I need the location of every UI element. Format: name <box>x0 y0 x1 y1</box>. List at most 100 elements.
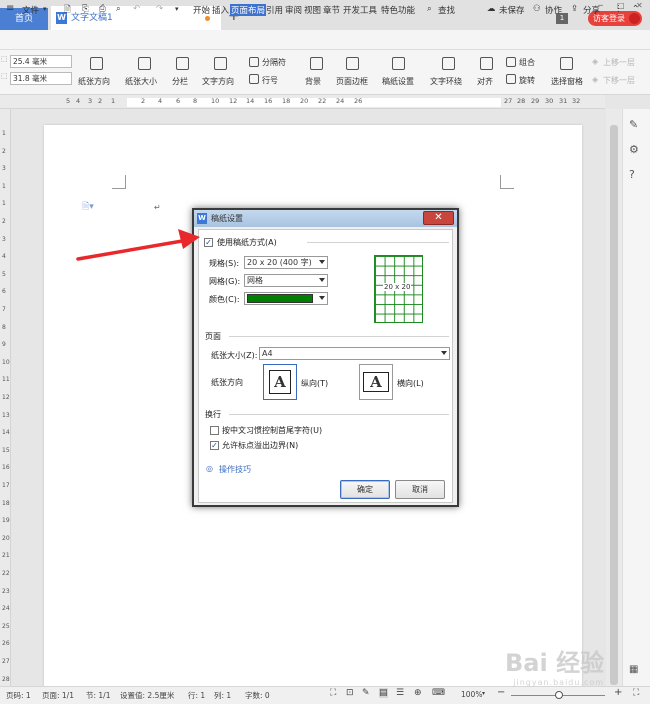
menu-reference[interactable]: 引用 <box>266 4 283 16</box>
paper-size-button[interactable]: 纸张大小 <box>125 76 157 87</box>
unsaved-label[interactable]: 未保存 <box>499 4 525 16</box>
quick-access-chevron-icon[interactable]: ▾ <box>175 5 179 13</box>
user-icon[interactable]: ⚇ <box>533 4 541 14</box>
margin-top-input[interactable]: 25.4 毫米 <box>10 55 72 68</box>
dialog-titlebar[interactable]: W 稿纸设置 ✕ <box>194 210 457 227</box>
book-view-icon[interactable]: ⊡ <box>346 688 354 698</box>
menu-page-layout[interactable]: 页面布局 <box>230 4 267 16</box>
edit-icon[interactable]: ✎ <box>629 118 638 131</box>
paper-size-icon[interactable] <box>138 57 151 70</box>
cjk-control-checkbox[interactable] <box>210 426 219 435</box>
chevron-down-icon[interactable]: ▾ <box>43 5 47 13</box>
selection-pane-button[interactable]: 选择窗格 <box>551 76 583 87</box>
menu-special[interactable]: 特色功能 <box>381 4 415 16</box>
tips-link[interactable]: 操作技巧 <box>219 464 251 475</box>
more-icon[interactable]: ⋮ <box>614 4 623 14</box>
page-border-icon[interactable] <box>346 57 359 70</box>
text-direction-icon[interactable] <box>214 57 227 70</box>
landscape-label[interactable]: 横向(L) <box>397 378 424 389</box>
settings-icon[interactable]: ⚙ <box>629 143 639 156</box>
cloud-icon[interactable]: ☁ <box>487 4 496 14</box>
web-view-icon[interactable]: ⊕ <box>414 688 422 698</box>
page-view-icon[interactable]: ▤ <box>379 688 388 698</box>
rotate-icon[interactable] <box>506 74 516 84</box>
menu-dev-tools[interactable]: 开发工具 <box>343 4 377 16</box>
status-row[interactable]: 行: 1 <box>188 690 205 701</box>
zoom-slider-thumb[interactable] <box>555 691 563 699</box>
zoom-out-button[interactable]: − <box>497 687 505 698</box>
margin-bottom-input[interactable]: 31.8 毫米 <box>10 72 72 85</box>
export-icon[interactable]: ⎘ <box>82 4 89 14</box>
background-button[interactable]: 背景 <box>305 76 321 87</box>
bring-forward-button[interactable]: 上移一层 <box>603 57 635 68</box>
help-icon[interactable]: ? <box>629 168 635 181</box>
menu-view[interactable]: 视图 <box>304 4 321 16</box>
redo-icon[interactable]: ↷ <box>156 4 163 14</box>
landscape-option[interactable]: A <box>359 364 393 400</box>
align-icon[interactable] <box>480 57 493 70</box>
line-number-button[interactable]: 行号 <box>262 75 278 86</box>
portrait-label[interactable]: 纵向(T) <box>301 378 328 389</box>
pen-icon[interactable]: ✎ <box>362 688 370 698</box>
save-icon[interactable]: 🗎 <box>64 4 71 18</box>
collapse-ribbon-icon[interactable]: ⌃ <box>632 4 639 14</box>
preview-icon[interactable]: ⌕ <box>116 4 121 14</box>
selection-pane-icon[interactable] <box>560 57 573 70</box>
vertical-ruler[interactable]: 1 2 3 1 1 2 3 4 5 6 7 8 9 10 11 12 13 14 15 16 17 18 19 20 21 22 2… <box>0 109 11 686</box>
apps-grid-icon[interactable]: ▦ <box>629 664 638 675</box>
color-select[interactable] <box>244 292 328 305</box>
align-button[interactable]: 对齐 <box>477 76 493 87</box>
manuscript-settings-button[interactable]: 稿纸设置 <box>382 76 414 87</box>
fit-window-icon[interactable]: ⛶ <box>633 688 639 698</box>
manuscript-settings-icon[interactable] <box>392 57 405 70</box>
share-label[interactable]: 分享 <box>583 4 600 16</box>
rotate-button[interactable]: 旋转 <box>519 75 535 86</box>
page-border-button[interactable]: 页面边框 <box>336 76 368 87</box>
status-col[interactable]: 列: 1 <box>214 690 231 701</box>
ok-button[interactable]: 确定 <box>340 480 390 499</box>
separator-icon[interactable] <box>249 57 259 67</box>
paper-size-select[interactable]: A4 <box>259 347 450 360</box>
group-button[interactable]: 组合 <box>519 57 535 68</box>
use-grid-checkbox[interactable]: ✓ <box>204 238 213 247</box>
zoom-level[interactable]: 100% <box>461 690 482 699</box>
dialog-close-button[interactable]: ✕ <box>423 211 454 225</box>
overflow-checkbox[interactable]: ✓ <box>210 441 219 450</box>
tips-icon[interactable]: ◎ <box>206 464 213 473</box>
collab-label[interactable]: 协作 <box>545 4 562 16</box>
line-number-icon[interactable] <box>249 74 259 84</box>
menu-file[interactable]: 文件 <box>22 4 39 16</box>
orientation-icon[interactable] <box>90 57 103 70</box>
group-icon[interactable] <box>506 57 516 67</box>
hamburger-icon[interactable]: ≡ <box>6 3 14 14</box>
search-label[interactable]: 查找 <box>438 4 455 16</box>
read-mode-icon[interactable]: ⌨ <box>432 688 445 698</box>
zoom-in-button[interactable]: + <box>614 687 622 698</box>
portrait-option[interactable]: A <box>263 364 297 400</box>
status-section[interactable]: 节: 1/1 <box>86 690 110 701</box>
menu-start[interactable]: 开始 <box>193 4 210 16</box>
background-icon[interactable] <box>310 57 323 70</box>
print-icon[interactable]: ⎙ <box>99 4 106 14</box>
search-icon[interactable]: ⌕ <box>427 4 432 14</box>
scrollbar-thumb[interactable] <box>610 125 618 685</box>
status-page[interactable]: 页面: 1/1 <box>42 690 74 701</box>
outline-view-icon[interactable]: ☰ <box>396 688 404 698</box>
menu-insert[interactable]: 插入 <box>212 4 229 16</box>
menu-section[interactable]: 章节 <box>323 4 340 16</box>
text-direction-button[interactable]: 文字方向 <box>202 76 234 87</box>
status-setting[interactable]: 设置值: 2.5厘米 <box>120 690 174 701</box>
menu-review[interactable]: 审阅 <box>285 4 302 16</box>
grid-select[interactable]: 网格 <box>244 274 328 287</box>
send-backward-button[interactable]: 下移一层 <box>603 75 635 86</box>
spec-select[interactable]: 20 x 20 (400 字) <box>244 256 328 269</box>
text-wrap-icon[interactable] <box>442 57 455 70</box>
status-page-no[interactable]: 页码: 1 <box>6 690 31 701</box>
fullscreen-icon[interactable]: ⛶ <box>330 688 336 698</box>
undo-icon[interactable]: ↶ <box>133 4 140 14</box>
columns-icon[interactable] <box>176 57 189 70</box>
status-words[interactable]: 字数: 0 <box>245 690 270 701</box>
paragraph-icon[interactable]: 🗎▾ <box>82 199 94 215</box>
columns-button[interactable]: 分栏 <box>172 76 188 87</box>
horizontal-ruler[interactable]: 5 4 3 2 1 2 4 6 8 10 12 14 16 18 20 22 24 26 27 28 29 30 31 32 <box>0 95 605 109</box>
